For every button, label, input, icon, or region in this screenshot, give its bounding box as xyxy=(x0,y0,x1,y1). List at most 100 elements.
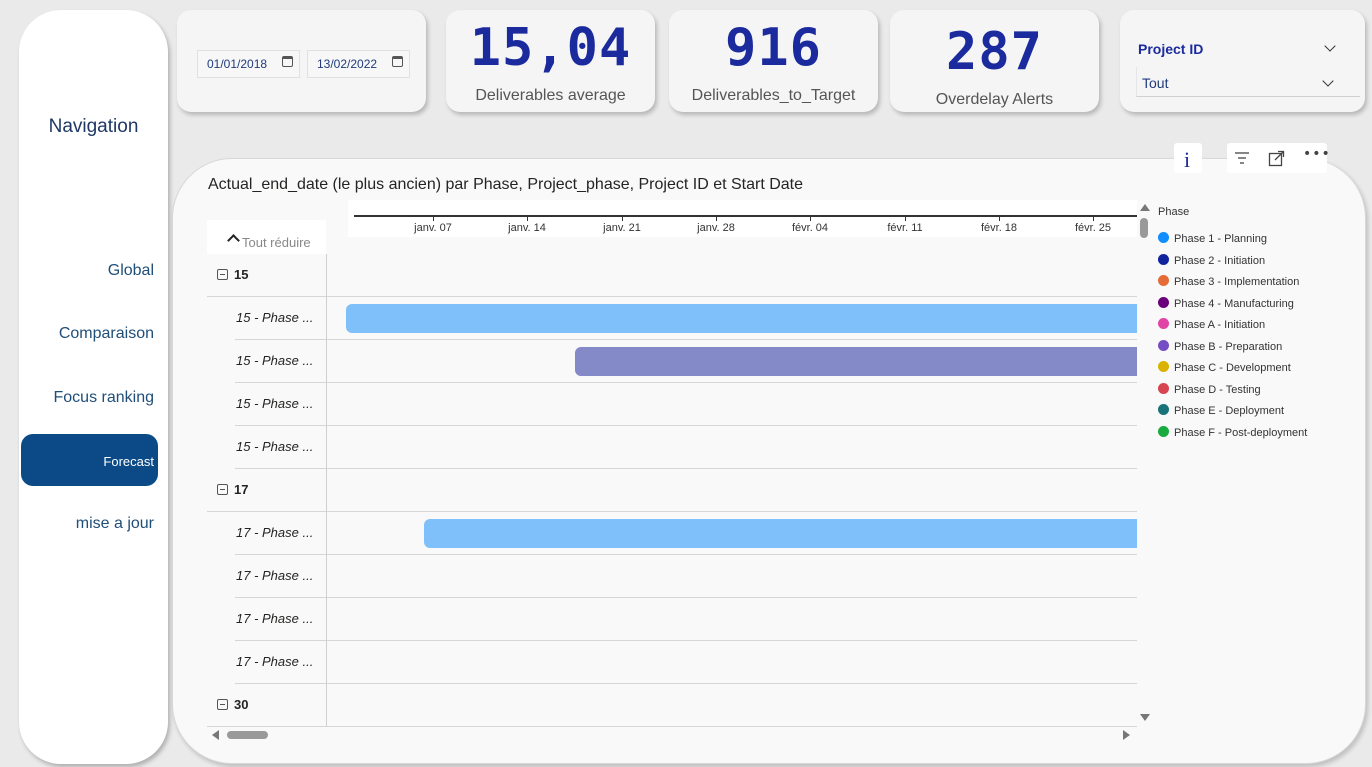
legend-item[interactable]: Phase E - Deployment xyxy=(1158,403,1284,417)
scroll-right-arrow-icon[interactable] xyxy=(1123,730,1130,740)
legend-color-dot-icon xyxy=(1158,425,1169,437)
row-label: 15 - Phase ... xyxy=(236,396,314,411)
more-options-icon[interactable]: ••• xyxy=(1303,146,1331,162)
kpi-label: Deliverables_to_Target xyxy=(691,87,856,104)
visual-title: Actual_end_date (le plus ancien) par Pha… xyxy=(208,176,804,193)
nav-item-global[interactable]: Global xyxy=(108,262,154,280)
gantt-bar[interactable] xyxy=(424,519,1137,548)
table-row[interactable]: 17 - Phase ... xyxy=(235,641,1137,684)
legend-label: Phase A - Initiation xyxy=(1174,319,1266,331)
nav-item-mise-a-jour[interactable]: mise a jour xyxy=(76,515,154,533)
start-date-value: 01/01/2018 xyxy=(207,57,268,71)
legend-label: Phase B - Preparation xyxy=(1174,340,1283,353)
filter-icon[interactable] xyxy=(1234,151,1250,165)
collapse-row-icon[interactable] xyxy=(217,699,228,710)
nav-item-forecast[interactable]: Forecast xyxy=(21,434,158,486)
nav-item-focus-ranking[interactable]: Focus ranking xyxy=(54,389,155,407)
table-row[interactable]: 17 - Phase ... xyxy=(235,555,1137,598)
gantt-bar[interactable] xyxy=(346,304,1137,333)
legend-item[interactable]: Phase 3 - Implementation xyxy=(1158,274,1299,288)
calendar-icon[interactable] xyxy=(392,56,403,67)
axis-tick-label: janv. 28 xyxy=(697,222,735,234)
info-button[interactable]: i xyxy=(1174,143,1202,173)
end-date-input[interactable]: 13/02/2022 xyxy=(307,50,410,78)
axis-line xyxy=(354,215,1137,217)
legend-item[interactable]: Phase A - Initiation xyxy=(1158,317,1265,331)
start-date-input[interactable]: 01/01/2018 xyxy=(197,50,300,78)
legend-color-dot-icon xyxy=(1158,339,1169,351)
kpi-card-deliverables-average: 15,04 Deliverables average xyxy=(446,10,655,112)
info-icon: i xyxy=(1184,147,1191,172)
collapse-row-icon[interactable] xyxy=(217,484,228,495)
group-label: 15 xyxy=(234,267,249,282)
collapse-row-icon[interactable] xyxy=(217,269,228,280)
scroll-up-arrow-icon[interactable] xyxy=(1140,204,1150,211)
legend-label: Phase 1 - Planning xyxy=(1174,233,1267,245)
visual-header-toolbar: ••• xyxy=(1227,143,1330,173)
kpi-card-deliverables-to-target: 916 Deliverables_to_Target xyxy=(669,10,878,112)
axis-tick-label: janv. 07 xyxy=(414,222,452,234)
legend-item[interactable]: Phase C - Development xyxy=(1158,360,1291,374)
vertical-scroll-thumb[interactable] xyxy=(1140,218,1148,238)
legend-label: Phase 3 - Implementation xyxy=(1174,276,1300,288)
group-row[interactable]: 30 xyxy=(207,684,1137,727)
scroll-down-arrow-icon[interactable] xyxy=(1140,714,1150,721)
gantt-bar[interactable] xyxy=(575,347,1137,376)
legend-item[interactable]: Phase F - Post-deployment xyxy=(1158,425,1307,439)
axis-tick-label: févr. 04 xyxy=(791,222,829,234)
legend-item[interactable]: Phase 1 - Planning xyxy=(1158,231,1267,245)
table-row[interactable]: 15 - Phase ... xyxy=(235,383,1137,426)
legend-label: Phase E - Deployment xyxy=(1174,405,1285,417)
legend-label: Phase C - Development xyxy=(1174,362,1291,374)
legend-color-dot-icon xyxy=(1158,232,1169,243)
row-label: 17 - Phase ... xyxy=(236,525,314,540)
focus-mode-icon[interactable] xyxy=(1268,150,1285,167)
kpi-label: Overdelay Alerts xyxy=(935,91,1054,108)
kpi-value: 287 xyxy=(946,22,1043,82)
legend-label: Phase D - Testing xyxy=(1174,383,1261,396)
nav-item-comparaison[interactable]: Comparaison xyxy=(59,325,154,343)
legend-label: Phase 2 - Initiation xyxy=(1174,254,1266,267)
axis-tick-label: janv. 21 xyxy=(603,222,641,234)
vertical-scrollbar[interactable] xyxy=(1139,204,1150,724)
kpi-value: 916 xyxy=(725,18,822,78)
table-row[interactable]: 15 - Phase ... xyxy=(235,426,1137,469)
chevron-down-icon[interactable] xyxy=(1324,40,1336,52)
table-row[interactable]: 17 - Phase ... xyxy=(235,598,1137,641)
legend-color-dot-icon xyxy=(1158,318,1169,329)
horizontal-scrollbar[interactable] xyxy=(210,728,1136,742)
row-label: 17 - Phase ... xyxy=(236,568,314,583)
row-label: 15 - Phase ... xyxy=(236,439,314,454)
legend-color-dot-icon xyxy=(1158,404,1169,415)
legend-color-dot-icon xyxy=(1158,253,1169,265)
legend-item[interactable]: Phase D - Testing xyxy=(1158,382,1261,396)
group-row[interactable]: 15 xyxy=(207,254,1137,297)
legend-label: Phase 4 - Manufacturing xyxy=(1174,297,1294,310)
axis-tick xyxy=(527,215,528,221)
calendar-icon[interactable] xyxy=(282,56,293,67)
group-header: 30 xyxy=(217,697,248,712)
legend-color-dot-icon xyxy=(1158,361,1169,372)
collapse-all-button[interactable]: Tout réduire xyxy=(207,220,326,254)
axis-tick xyxy=(999,215,1000,221)
row-label: 17 - Phase ... xyxy=(236,654,314,669)
group-label: 17 xyxy=(234,482,249,497)
horizontal-scroll-thumb[interactable] xyxy=(227,731,268,739)
navigation-title: Navigation xyxy=(48,116,139,137)
row-label: 15 - Phase ... xyxy=(236,353,314,368)
kpi-card-overdelay-alerts: 287 Overdelay Alerts xyxy=(890,10,1099,112)
axis-tick-label: févr. 11 xyxy=(887,222,923,234)
group-header: 15 xyxy=(217,267,248,282)
scroll-left-arrow-icon[interactable] xyxy=(212,730,219,740)
legend-label: Phase F - Post-deployment xyxy=(1174,426,1308,439)
collapse-all-label: Tout réduire xyxy=(242,235,311,250)
row-label: 15 - Phase ... xyxy=(236,310,314,325)
group-row[interactable]: 17 xyxy=(207,469,1137,512)
end-date-value: 13/02/2022 xyxy=(317,57,378,71)
kpi-label: Deliverables average xyxy=(475,87,626,104)
legend-item[interactable]: Phase 4 - Manufacturing xyxy=(1158,296,1294,310)
legend-item[interactable]: Phase B - Preparation xyxy=(1158,339,1282,353)
axis-tick xyxy=(810,215,811,221)
group-label: 30 xyxy=(234,697,249,712)
legend-item[interactable]: Phase 2 - Initiation xyxy=(1158,253,1265,267)
